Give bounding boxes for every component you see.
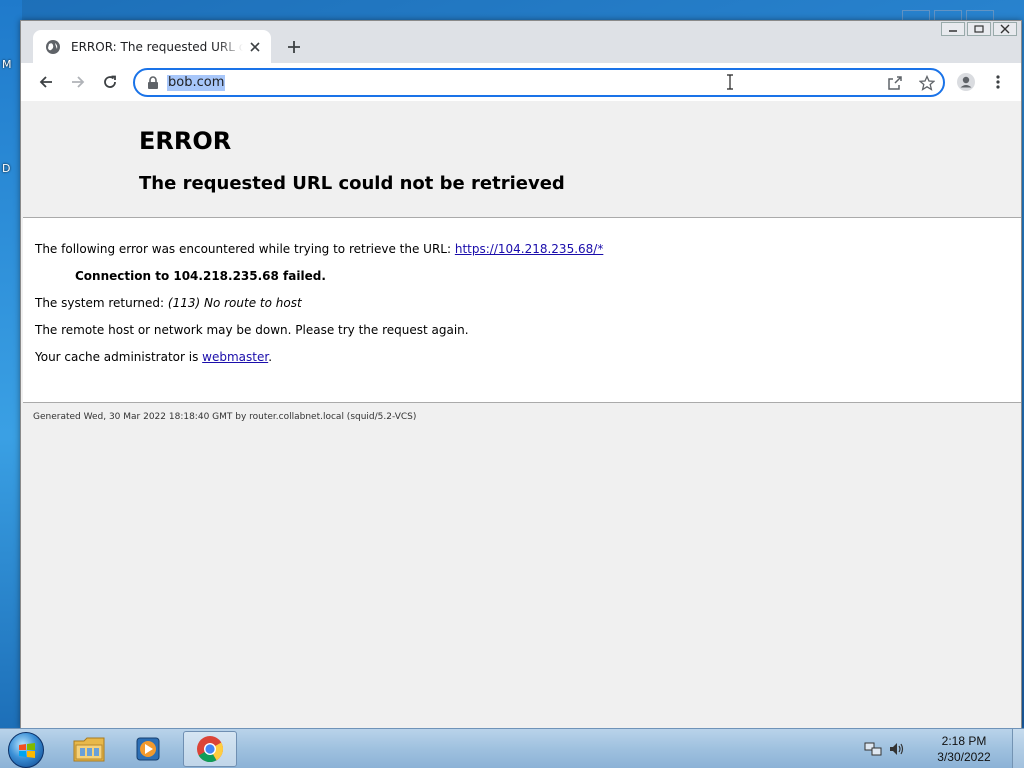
taskbar-chrome[interactable] xyxy=(183,731,237,767)
error-url-line: The following error was encountered whil… xyxy=(35,242,603,256)
tab-title: ERROR: The requested URL could not be re… xyxy=(71,39,243,54)
volume-icon[interactable] xyxy=(888,740,906,758)
maximize-button[interactable] xyxy=(967,22,991,36)
show-desktop-button[interactable] xyxy=(1012,729,1024,768)
windows-logo-icon xyxy=(19,743,35,758)
system-returned-line: The system returned: (113) No route to h… xyxy=(35,296,302,310)
system-tray: 2:18 PM 3/30/2022 xyxy=(864,729,1024,768)
reload-icon xyxy=(104,75,116,88)
network-icon[interactable] xyxy=(864,740,882,758)
connection-failed-text: Connection to 104.218.235.68 failed. xyxy=(75,269,326,283)
lock-icon[interactable] xyxy=(147,76,159,90)
globe-icon xyxy=(46,39,60,54)
plus-icon xyxy=(288,41,300,53)
error-details: The following error was encountered whil… xyxy=(23,218,1021,402)
browser-window: ERROR: The requested URL could not be re… xyxy=(20,20,1022,728)
window-controls xyxy=(941,22,1017,36)
webmaster-link[interactable]: webmaster xyxy=(202,350,268,364)
browser-toolbar: bob.com xyxy=(21,63,1021,101)
cache-admin-line: Your cache administrator is webmaster. xyxy=(35,350,272,364)
media-player-icon xyxy=(136,737,160,761)
kebab-menu-icon xyxy=(996,75,1000,89)
tab-strip: ERROR: The requested URL could not be re… xyxy=(21,21,1021,63)
generated-footer: Generated Wed, 30 Mar 2022 18:18:40 GMT … xyxy=(33,412,417,422)
chrome-icon xyxy=(197,736,224,763)
arrow-left-icon xyxy=(39,76,52,88)
error-page: ERROR The requested URL could not be ret… xyxy=(21,101,1021,728)
file-explorer-icon xyxy=(73,737,105,762)
back-button[interactable] xyxy=(35,71,57,93)
text-cursor-icon xyxy=(727,74,733,90)
divider xyxy=(23,402,1021,403)
page-title: ERROR xyxy=(139,127,232,155)
desktop-background: M D xyxy=(0,0,22,728)
address-bar[interactable]: bob.com xyxy=(133,68,945,97)
remote-host-note: The remote host or network may be down. … xyxy=(35,323,469,337)
page-subtitle: The requested URL could not be retrieved xyxy=(139,173,565,194)
share-icon[interactable] xyxy=(887,75,903,91)
close-tab-icon[interactable] xyxy=(247,39,263,55)
cache-admin-prefix: Your cache administrator is xyxy=(35,350,203,364)
cache-admin-suffix: . xyxy=(268,350,273,364)
close-window-button[interactable] xyxy=(993,22,1017,36)
new-tab-button[interactable] xyxy=(283,36,305,58)
arrow-right-icon xyxy=(72,76,85,88)
system-returned-prefix: The system returned: xyxy=(35,296,168,310)
forward-button[interactable] xyxy=(67,71,89,93)
error-url-prefix: The following error was encountered whil… xyxy=(35,242,455,256)
tab-error-page[interactable]: ERROR: The requested URL could not be re… xyxy=(33,30,271,63)
start-button[interactable] xyxy=(8,732,44,768)
url-text[interactable]: bob.com xyxy=(167,75,226,91)
clock-date: 3/30/2022 xyxy=(937,750,991,764)
taskbar-file-explorer[interactable] xyxy=(62,731,116,767)
system-returned-value: (113) No route to host xyxy=(167,296,302,310)
browser-menu-button[interactable] xyxy=(987,71,1009,93)
desktop-icon-label-fragment[interactable]: M xyxy=(2,58,12,71)
taskbar: 2:18 PM 3/30/2022 xyxy=(0,728,1024,768)
desktop-icon-label-fragment[interactable]: D xyxy=(2,162,10,175)
minimize-button[interactable] xyxy=(941,22,965,36)
clock-time: 2:18 PM xyxy=(941,734,987,748)
system-clock[interactable]: 2:18 PM 3/30/2022 xyxy=(916,733,1012,765)
error-url-link[interactable]: https://104.218.235.68/* xyxy=(455,242,603,256)
bookmark-star-icon[interactable] xyxy=(919,75,935,91)
profile-button[interactable] xyxy=(955,71,977,93)
taskbar-media-player[interactable] xyxy=(122,731,176,767)
profile-avatar-icon xyxy=(957,73,975,91)
reload-button[interactable] xyxy=(99,71,121,93)
